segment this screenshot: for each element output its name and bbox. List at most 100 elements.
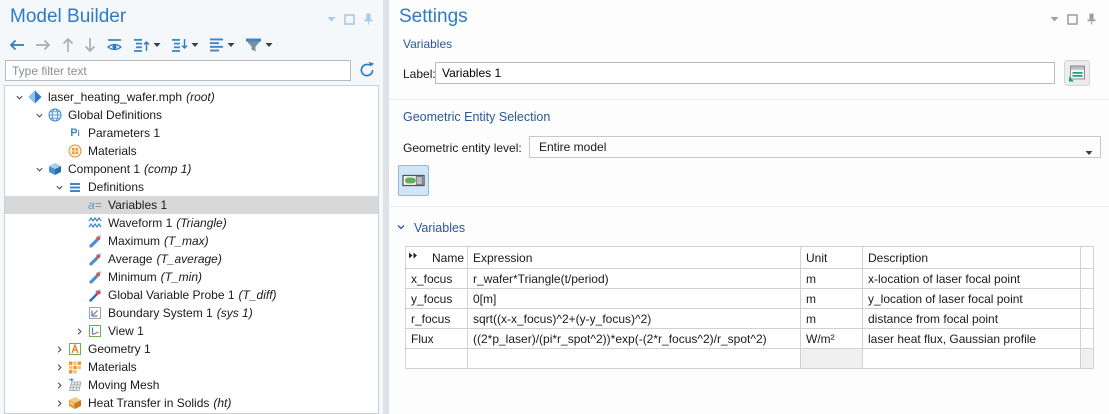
rename-note-icon xyxy=(1067,63,1087,83)
component-cube-icon xyxy=(47,162,63,176)
tree-item-root[interactable]: laser_heating_wafer.mph (root) xyxy=(5,88,378,106)
cell-expression[interactable]: 0[m] xyxy=(468,289,801,309)
cell-expression[interactable]: sqrt((x-x_focus)^2+(y-y_focus)^2) xyxy=(468,309,801,329)
dropdown-caret-icon xyxy=(153,42,161,48)
float-window-icon[interactable] xyxy=(344,14,355,25)
tree-item-tag: (T_min) xyxy=(161,270,202,284)
move-down-button[interactable] xyxy=(84,37,96,53)
tree-item-definitions[interactable]: Definitions xyxy=(5,178,378,196)
chevron-down-icon[interactable] xyxy=(31,165,47,174)
cell-name[interactable]: r_focus xyxy=(406,309,468,329)
tree-item-average[interactable]: Average (T_average) xyxy=(5,250,378,268)
cell-expression[interactable] xyxy=(468,349,801,369)
tree-item-maximum[interactable]: Maximum (T_max) xyxy=(5,232,378,250)
active-selection-toggle-button[interactable] xyxy=(398,165,429,196)
label-input[interactable] xyxy=(435,62,1055,84)
column-header-name: Name xyxy=(406,247,468,269)
dropdown-caret-icon xyxy=(191,42,199,48)
chevron-right-icon[interactable] xyxy=(51,345,67,354)
tree-item-parameters-1[interactable]: Pi Parameters 1 xyxy=(5,124,378,142)
cell-end xyxy=(1081,329,1094,349)
tree-item-materials-global[interactable]: Materials xyxy=(5,142,378,160)
forward-button[interactable] xyxy=(35,38,52,52)
cell-description[interactable]: laser heat flux, Gaussian profile xyxy=(863,329,1081,349)
chevron-right-icon[interactable] xyxy=(51,363,67,372)
node-text-button[interactable] xyxy=(209,37,235,53)
chevron-right-icon[interactable] xyxy=(51,399,67,408)
column-header-description: Description xyxy=(863,247,1081,269)
cell-description[interactable]: y_location of laser focal point xyxy=(863,289,1081,309)
tree-item-global-variable-probe-1[interactable]: Global Variable Probe 1 (T_diff) xyxy=(5,286,378,304)
back-button[interactable] xyxy=(8,38,25,52)
chevron-down-icon[interactable] xyxy=(11,93,27,102)
tree-item-label: Global Definitions xyxy=(68,108,162,122)
cell-description[interactable] xyxy=(863,349,1081,369)
table-row: r_focus sqrt((x-x_focus)^2+(y-y_focus)^2… xyxy=(406,309,1094,329)
cell-description[interactable]: distance from focal point xyxy=(863,309,1081,329)
refresh-icon[interactable] xyxy=(358,61,376,84)
cell-description[interactable]: x-location of laser focal point xyxy=(863,269,1081,289)
tree-item-heat-transfer-in-solids[interactable]: Heat Transfer in Solids (ht) xyxy=(5,394,378,412)
tree-item-moving-mesh[interactable]: Moving Mesh xyxy=(5,376,378,394)
show-eye-button[interactable] xyxy=(106,38,123,53)
moving-mesh-icon xyxy=(67,378,83,392)
tree-item-label: Boundary System 1 xyxy=(108,306,213,320)
tree-item-boundary-system-1[interactable]: Boundary System 1 (sys 1) xyxy=(5,304,378,322)
tree-item-materials-component[interactable]: Materials xyxy=(5,358,378,376)
filter-funnel-button[interactable] xyxy=(245,37,273,53)
chevron-right-icon[interactable] xyxy=(71,327,87,336)
tree-item-label: Heat Transfer in Solids xyxy=(88,396,209,410)
cell-unit: W/m² xyxy=(801,329,863,349)
probe-icon xyxy=(87,270,103,284)
cell-end xyxy=(1081,269,1094,289)
waveform-icon xyxy=(87,216,103,230)
move-up-button[interactable] xyxy=(62,37,74,53)
tree-item-component-1[interactable]: Component 1 (comp 1) xyxy=(5,160,378,178)
cell-expression[interactable]: ((2*p_laser)/(pi*r_spot^2))*exp(-(2*r_fo… xyxy=(468,329,801,349)
chevron-down-icon[interactable] xyxy=(396,219,406,237)
cell-name[interactable]: y_focus xyxy=(406,289,468,309)
rename-note-button[interactable] xyxy=(1064,60,1090,86)
chevron-right-icon[interactable] xyxy=(51,381,67,390)
expand-all-button[interactable] xyxy=(133,37,161,53)
tree-item-geometry-1[interactable]: Geometry 1 xyxy=(5,340,378,358)
chevron-down-icon[interactable] xyxy=(31,111,47,120)
separator xyxy=(389,99,1109,100)
cell-expression[interactable]: r_wafer*Triangle(t/period) xyxy=(468,269,801,289)
collapse-all-button[interactable] xyxy=(171,37,199,53)
cell-name[interactable] xyxy=(406,349,468,369)
model-builder-title: Model Builder xyxy=(10,6,126,28)
tree-item-label: Variables 1 xyxy=(108,198,167,212)
selection-toggle-icon xyxy=(402,173,425,188)
view-icon xyxy=(87,324,103,338)
tree-item-view-1[interactable]: View 1 xyxy=(5,322,378,340)
tree-item-global-definitions[interactable]: Global Definitions xyxy=(5,106,378,124)
tree-item-label: laser_heating_wafer.mph xyxy=(48,90,182,104)
panel-menu-caret-icon[interactable] xyxy=(327,16,336,22)
dropdown-caret-icon xyxy=(1085,145,1093,159)
chevron-down-icon[interactable] xyxy=(51,183,67,192)
pin-icon[interactable] xyxy=(1086,13,1097,25)
tree-item-tag: (comp 1) xyxy=(144,162,191,176)
probe-icon xyxy=(87,252,103,266)
pin-icon[interactable] xyxy=(363,13,374,25)
geometric-entity-level-select[interactable]: Entire model xyxy=(529,136,1101,158)
definitions-icon xyxy=(67,180,83,194)
filter-input[interactable] xyxy=(5,60,351,81)
float-window-icon[interactable] xyxy=(1067,14,1078,25)
cell-unit: m xyxy=(801,309,863,329)
geometric-entity-section-title: Geometric Entity Selection xyxy=(403,110,550,124)
dropdown-caret-icon xyxy=(227,42,235,48)
tree-item-label: Materials xyxy=(88,360,137,374)
tree-item-minimum[interactable]: Minimum (T_min) xyxy=(5,268,378,286)
tree-item-tag: (sys 1) xyxy=(217,306,253,320)
settings-title: Settings xyxy=(399,6,468,28)
separator xyxy=(389,206,1109,207)
tree-item-waveform-1[interactable]: Waveform 1 (Triangle) xyxy=(5,214,378,232)
panel-menu-caret-icon[interactable] xyxy=(1050,16,1059,22)
tree-item-variables-1[interactable]: a= Variables 1 xyxy=(5,196,378,214)
cell-name[interactable]: Flux xyxy=(406,329,468,349)
table-row: Flux ((2*p_laser)/(pi*r_spot^2))*exp(-(2… xyxy=(406,329,1094,349)
cell-name[interactable]: x_focus xyxy=(406,269,468,289)
tree-item-label: Maximum xyxy=(108,234,160,248)
